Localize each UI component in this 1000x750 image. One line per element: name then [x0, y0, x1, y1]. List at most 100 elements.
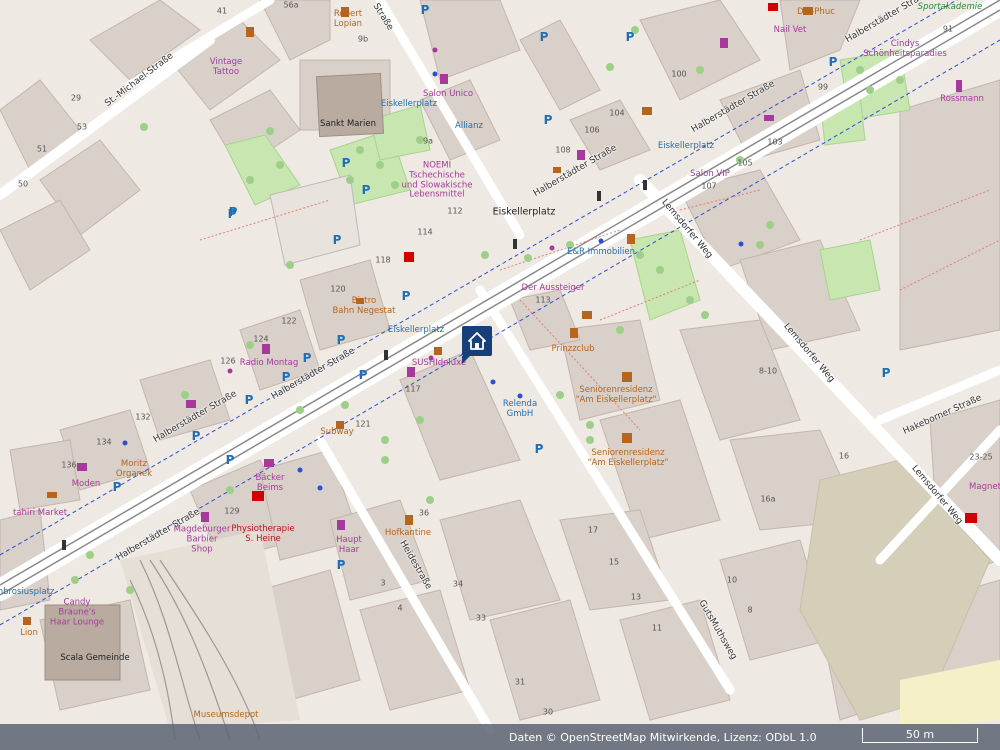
house-number: 106 — [584, 125, 600, 135]
poi-label-baecker-beims[interactable]: Bäcker Beims — [255, 473, 284, 494]
poi-label-dai-phuc[interactable]: Dai-Phuc — [797, 7, 835, 18]
house-number: 11 — [651, 623, 663, 633]
house-number: 103 — [767, 137, 783, 147]
map-canvas[interactable] — [0, 0, 1000, 750]
poi-label-der-aussteiger[interactable]: Der Aussteiger — [521, 283, 584, 294]
house-number: 100 — [671, 69, 687, 79]
parking-icon: P — [191, 429, 201, 443]
poi-label-magdeburger-barbier[interactable]: Magdeburger Barbier Shop — [174, 524, 231, 554]
house-number: 105 — [737, 158, 753, 168]
house-number: 132 — [135, 412, 151, 422]
map-footer: Daten © OpenStreetMap Mitwirkende, Lizen… — [0, 724, 1000, 750]
house-number: 134 — [96, 437, 112, 447]
poi-label-physiotherapie[interactable]: Physiotherapie S. Heine — [231, 524, 294, 545]
house-number: 113 — [535, 295, 551, 305]
house-number: 10 — [726, 575, 738, 585]
parking-icon: P — [828, 55, 838, 69]
house-number: 15 — [608, 557, 620, 567]
poi-label-allianz[interactable]: Allianz — [455, 121, 483, 132]
parking-icon: P — [534, 442, 544, 456]
poi-label-noemi[interactable]: NOEMI Tschechische und Slowakische Leben… — [402, 161, 473, 200]
house-number: 122 — [281, 316, 297, 326]
poi-label-subway[interactable]: Subway — [320, 427, 353, 438]
poi-label-scala[interactable]: Scala Gemeinde — [60, 653, 129, 664]
parking-icon: P — [881, 366, 891, 380]
poi-label-tahiri[interactable]: tahiri Market — [13, 508, 67, 519]
house-number: 3 — [380, 578, 386, 588]
poi-label-salon-vip[interactable]: Salon VIP — [690, 169, 730, 180]
poi-label-relenda[interactable]: Relenda GmbH — [503, 399, 537, 420]
poi-label-sushideluxe[interactable]: SUSHIdeluxe — [412, 358, 466, 369]
poi-label-bistro[interactable]: Bistro Bahn Negestat — [332, 296, 395, 317]
parking-icon: P — [302, 351, 312, 365]
house-number: 121 — [355, 419, 371, 429]
house-number: 16a — [760, 494, 776, 504]
home-marker-icon[interactable] — [462, 326, 492, 364]
house-number: 107 — [701, 181, 717, 191]
house-number: 91 — [942, 24, 954, 34]
parking-icon: P — [361, 183, 371, 197]
poi-label-cindys[interactable]: Cindys Schönheitsparadies — [863, 39, 947, 60]
stop-label-eiskellerplatz[interactable]: Eiskellerplatz — [381, 99, 437, 110]
house-number: 41 — [216, 6, 228, 16]
poi-label-candy[interactable]: Candy Braune's Haar Lounge — [50, 597, 104, 627]
parking-icon: P — [543, 113, 553, 127]
poi-label-seniorenresidenz[interactable]: Seniorenresidenz "Am Eiskellerplatz" — [576, 385, 657, 406]
house-number: 8 — [747, 605, 753, 615]
house-number: 36 — [418, 508, 430, 518]
parking-icon: P — [401, 289, 411, 303]
stop-label-eiskellerplatz[interactable]: Eiskellerplatz — [658, 141, 714, 152]
parking-icon: P — [112, 480, 122, 494]
stop-label-eiskellerplatz[interactable]: Eiskellerplatz — [388, 325, 444, 336]
poi-label-lion[interactable]: Lion — [20, 628, 38, 639]
poi-label-hofkantine[interactable]: Hofkantine — [385, 528, 431, 539]
house-number: 4 — [397, 603, 403, 613]
stop-label-ambrosiusplatz[interactable]: ambrosiusplatz — [0, 587, 54, 598]
house-number: 118 — [375, 255, 391, 265]
parking-icon: P — [225, 453, 235, 467]
poi-label-er-immobilien[interactable]: E&R Immobilien — [567, 247, 635, 258]
house-number: 8-10 — [758, 366, 778, 376]
poi-label-radio-montag[interactable]: Radio Montag — [240, 358, 298, 369]
poi-label-moritz[interactable]: Moritz Organek — [116, 459, 152, 480]
poi-label-magnet[interactable]: Magnet — [969, 482, 1000, 493]
house-number: 129 — [224, 506, 240, 516]
attribution-text[interactable]: Daten © OpenStreetMap Mitwirkende, Lizen… — [509, 731, 817, 744]
house-number: 112 — [447, 206, 463, 216]
poi-label-museumsdepot[interactable]: Museumsdepot — [193, 710, 258, 721]
parking-icon: P — [227, 207, 237, 221]
house-number: 30 — [542, 707, 554, 717]
house-number: 34 — [452, 579, 464, 589]
house-number: 13 — [630, 592, 642, 602]
house-number: 29 — [70, 93, 82, 103]
house-number: 17 — [587, 525, 599, 535]
poi-label-prinzzclub[interactable]: Prinzzclub — [552, 344, 595, 355]
poi-label-sankt-marien[interactable]: Sankt Marien — [320, 119, 376, 130]
house-number: 124 — [253, 334, 269, 344]
parking-icon: P — [358, 368, 368, 382]
parking-icon: P — [420, 3, 430, 17]
poi-label-sportakademie[interactable]: Sportakademie — [918, 2, 983, 13]
house-number: 126 — [220, 356, 236, 366]
poi-label-rossmann[interactable]: Rossmann — [940, 94, 984, 105]
house-number: 53 — [76, 122, 88, 132]
house-number: 136 — [61, 460, 77, 470]
poi-label-vintage-tattoo[interactable]: Vintage Tattoo — [210, 57, 243, 78]
poi-label-seniorenresidenz[interactable]: Seniorenresidenz "Am Eiskellerplatz" — [588, 448, 669, 469]
house-number: 120 — [330, 284, 346, 294]
house-number: 9a — [423, 136, 433, 146]
house-number: 31 — [514, 677, 526, 687]
parking-icon: P — [332, 233, 342, 247]
parking-icon: P — [539, 30, 549, 44]
poi-label-nail-vet[interactable]: Nail Vet — [774, 25, 807, 36]
house-number: 114 — [417, 227, 433, 237]
poi-label-moden[interactable]: Moden — [72, 479, 101, 490]
parking-icon: P — [244, 393, 254, 407]
house-number: 117 — [405, 384, 421, 394]
poi-label-robert-lopian[interactable]: Robert Lopian — [334, 9, 362, 30]
poi-label-haupt-haar[interactable]: Haupt Haar — [336, 535, 362, 556]
house-number: 51 — [36, 144, 48, 154]
house-number: 33 — [475, 613, 487, 623]
scale-bar: 50 m — [862, 728, 978, 743]
parking-icon: P — [341, 156, 351, 170]
